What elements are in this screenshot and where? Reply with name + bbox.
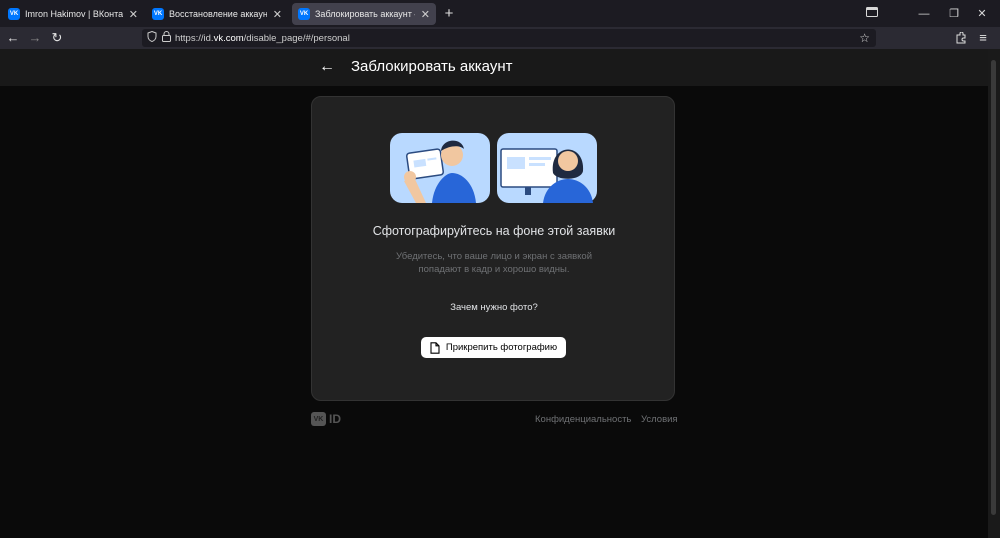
url-text[interactable]: https://id.vk.com/disable_page/#/persona…: [175, 33, 350, 44]
vk-id-text: ID: [329, 412, 341, 426]
card-description: Убедитесь, что ваше лицо и экран с заявк…: [395, 251, 593, 275]
vk-favicon-icon: VK: [298, 8, 310, 20]
extensions-icon[interactable]: [952, 29, 970, 47]
card-heading: Сфотографируйтесь на фоне этой заявки: [372, 224, 616, 238]
attach-photo-label: Прикрепить фотографию: [445, 342, 558, 353]
photo-request-card: Сфотографируйтесь на фоне этой заявки Уб…: [311, 96, 675, 401]
restore-icon[interactable]: ❐: [944, 5, 964, 23]
terms-link[interactable]: Условия: [641, 414, 678, 425]
tab-block-account[interactable]: VK Заблокировать аккаунт — VK I ✕: [292, 3, 436, 25]
browser-nav-bar: ← → ↻ https://id.vk.com/disable_page/#/p…: [0, 27, 1000, 49]
page-header: ← Заблокировать аккаунт: [0, 49, 988, 86]
reload-icon[interactable]: ↻: [48, 29, 66, 47]
woman-with-monitor-illustration: [497, 133, 597, 203]
scrollbar-thumb[interactable]: [991, 60, 996, 515]
tab-vk-profile[interactable]: VK Imron Hakimov | ВКонтакте ✕: [2, 3, 144, 25]
back-arrow-icon[interactable]: ←: [4, 29, 22, 47]
close-tab-icon[interactable]: ✕: [129, 8, 138, 21]
tab-manager-icon[interactable]: [862, 5, 882, 23]
vk-favicon-icon: VK: [152, 8, 164, 20]
bookmark-star-icon[interactable]: ☆: [859, 31, 870, 45]
vk-favicon-icon: VK: [8, 8, 20, 20]
browser-tab-bar: VK Imron Hakimov | ВКонтакте ✕ VK Восста…: [0, 0, 1000, 27]
close-tab-icon[interactable]: ✕: [273, 8, 282, 21]
vk-logo-badge: VK: [311, 412, 326, 426]
forward-arrow-icon[interactable]: →: [26, 29, 44, 47]
url-bar[interactable]: https://id.vk.com/disable_page/#/persona…: [142, 29, 876, 47]
tab-title: Imron Hakimov | ВКонтакте: [25, 9, 123, 19]
back-arrow-icon[interactable]: ←: [319, 57, 337, 77]
vk-id-logo: VK ID: [311, 411, 341, 427]
man-with-tablet-illustration: [390, 133, 490, 203]
tab-account-recovery[interactable]: VK Восстановление аккаунта VK I ✕: [146, 3, 288, 25]
close-window-icon[interactable]: ✕: [972, 5, 992, 23]
lock-icon[interactable]: [162, 29, 171, 47]
menu-hamburger-icon[interactable]: ≡: [974, 29, 992, 47]
close-tab-icon[interactable]: ✕: [421, 8, 430, 21]
page-title: Заблокировать аккаунт: [351, 58, 513, 75]
attach-photo-button[interactable]: Прикрепить фотографию: [421, 337, 566, 358]
privacy-link[interactable]: Конфиденциальность: [535, 414, 631, 425]
tab-title: Восстановление аккаунта VK I: [169, 9, 267, 19]
minimize-icon[interactable]: —: [914, 5, 934, 23]
document-icon: [430, 341, 440, 354]
tab-title: Заблокировать аккаунт — VK I: [315, 9, 415, 19]
new-tab-button[interactable]: +: [440, 5, 458, 23]
why-photo-link[interactable]: Зачем нужно фото?: [312, 302, 676, 313]
shield-icon[interactable]: [147, 29, 157, 47]
